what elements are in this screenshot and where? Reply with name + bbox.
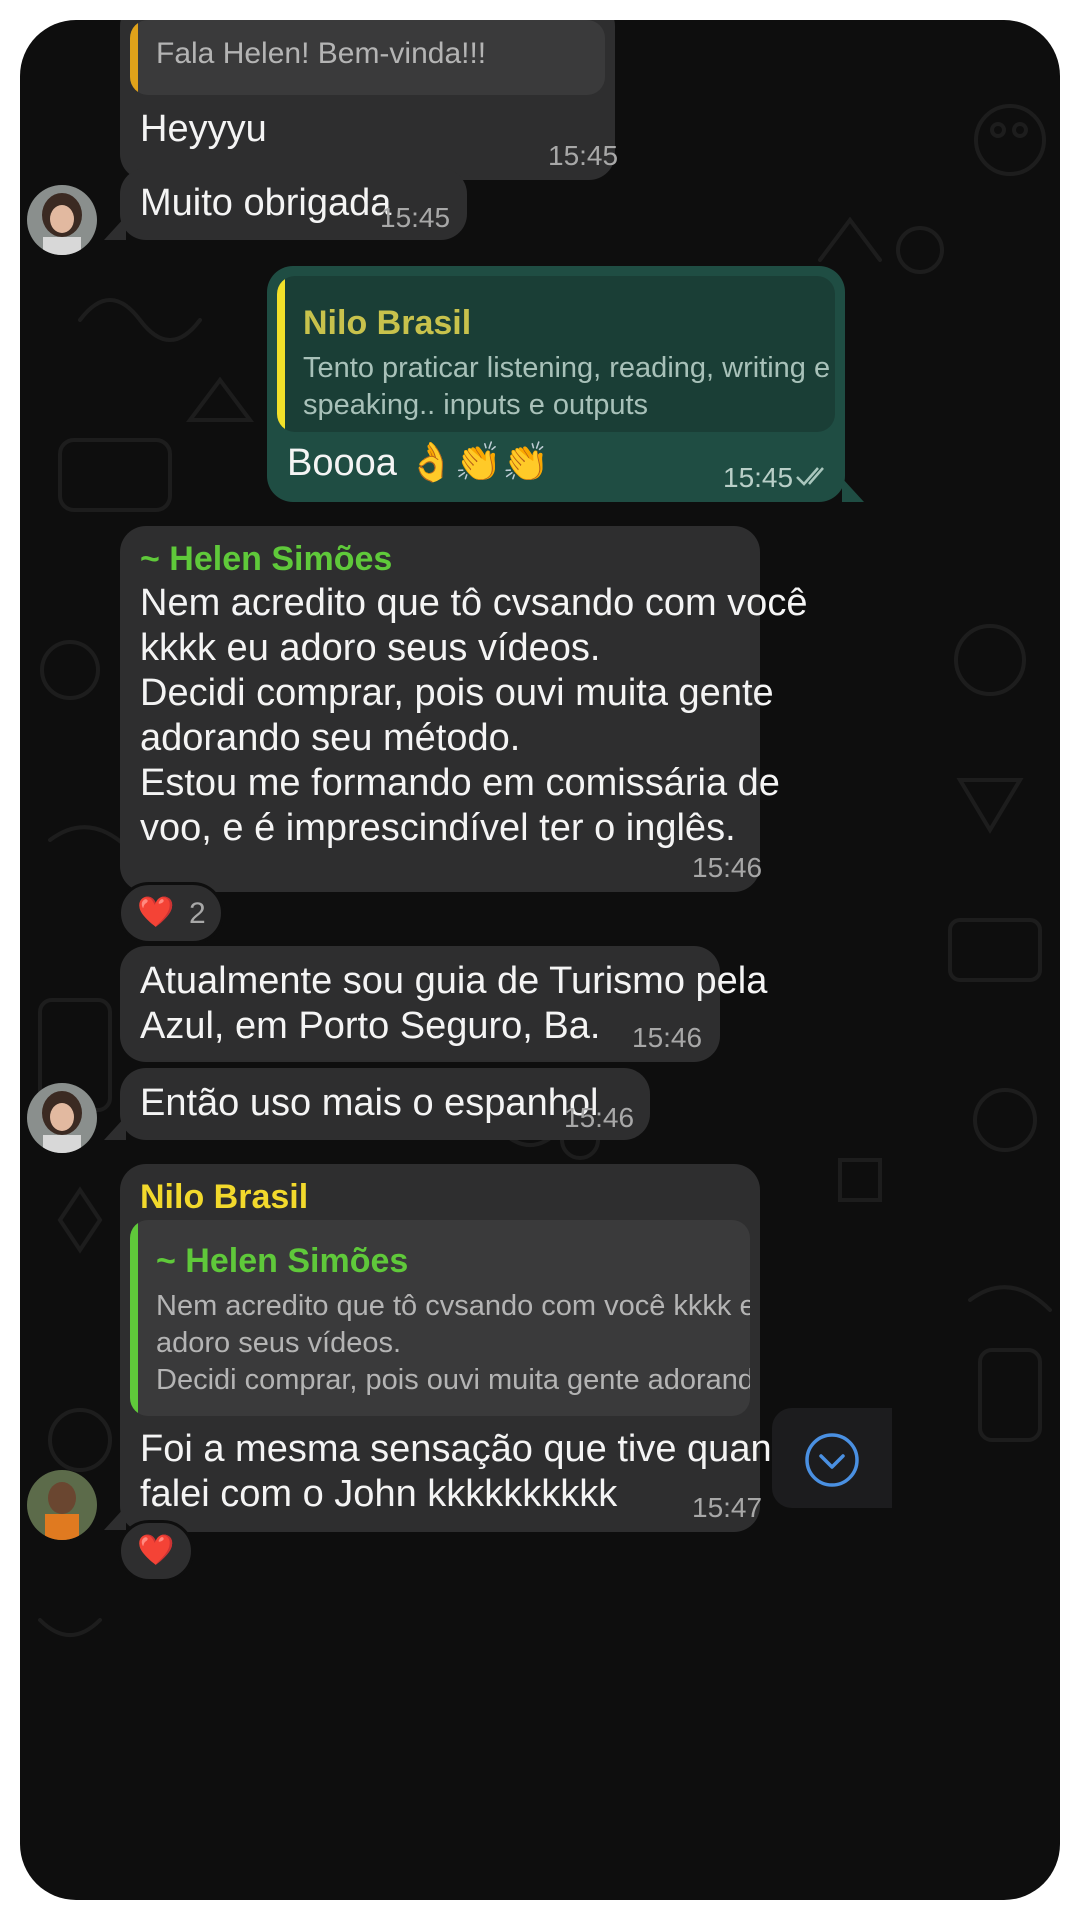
message-time: 15:46	[632, 1022, 703, 1053]
quoted-sender-name: ~ Helen Simões	[156, 1242, 409, 1280]
message-text: Então uso mais o espanhol	[140, 1082, 599, 1124]
message-bubble-5[interactable]: Atualmente sou guia de Turismo pela Azul…	[120, 946, 767, 1062]
reaction-count: 2	[189, 897, 206, 930]
quoted-message[interactable]: Nilo Brasil Tento praticar listening, re…	[277, 276, 835, 432]
quoted-text-line: speaking.. inputs e outputs	[303, 389, 649, 421]
sender-name[interactable]: Nilo Brasil	[140, 1178, 308, 1217]
double-check-icon	[796, 467, 824, 486]
message-text-line: falei com o John kkkkkkkkkk	[140, 1473, 618, 1515]
message-text: Muito obrigada	[140, 182, 392, 224]
bubble-tail	[104, 216, 126, 240]
scroll-to-bottom-button[interactable]	[772, 1408, 892, 1508]
avatar-helen[interactable]	[27, 1083, 97, 1153]
message-time: 15:47	[692, 1492, 763, 1523]
message-time: 15:46	[692, 852, 763, 883]
quoted-text-line: Decidi comprar, pois ouvi muita gente ad…	[156, 1364, 750, 1396]
message-bubble-3-outgoing[interactable]: Nilo Brasil Tento praticar listening, re…	[267, 266, 845, 502]
chevron-down-icon	[805, 1433, 859, 1487]
message-text-line: Azul, em Porto Seguro, Ba.	[140, 1005, 601, 1047]
message-text: Boooa 👌👏👏	[287, 442, 550, 484]
quoted-message[interactable]: ~ Helen Simões Nem acredito que tô cvsan…	[130, 1220, 750, 1416]
reaction-badge[interactable]: ❤️ 2	[118, 882, 224, 944]
message-text: Heyyyu	[140, 108, 267, 150]
message-time: 15:46	[564, 1102, 635, 1133]
message-bubble-7[interactable]: Nilo Brasil ~ Helen Simões Nem acredito …	[120, 1164, 814, 1532]
quoted-sender-name: Nilo Brasil	[303, 304, 472, 342]
message-bubble-1[interactable]: Fala Helen! Bem-vinda!!! Heyyyu 15:45	[120, 20, 619, 180]
chat-screen: Fala Helen! Bem-vinda!!! Heyyyu 15:45 Mu…	[20, 20, 1060, 1900]
message-bubble-6[interactable]: Então uso mais o espanhol 15:46	[120, 1068, 650, 1140]
message-time: 15:45	[548, 140, 619, 171]
bubble-tail	[842, 478, 864, 502]
reaction-badge[interactable]: ❤️	[118, 1520, 194, 1582]
avatar-sender[interactable]	[27, 1470, 97, 1540]
avatar-helen[interactable]	[27, 185, 97, 255]
quoted-text: Fala Helen! Bem-vinda!!!	[156, 37, 487, 70]
heart-reaction-icon: ❤️	[137, 1534, 175, 1567]
bubble-tail	[104, 1116, 126, 1140]
message-text-line: voo, e é imprescindível ter o inglês.	[140, 807, 736, 849]
bubble-tail	[104, 1506, 126, 1530]
sender-name[interactable]: ~ Helen Simões	[140, 540, 392, 579]
message-time: 15:45	[723, 462, 794, 493]
heart-reaction-icon: ❤️	[137, 896, 175, 929]
quoted-message[interactable]: Fala Helen! Bem-vinda!!!	[130, 20, 605, 95]
message-time: 15:45	[380, 202, 451, 233]
message-bubble-4[interactable]: ~ Helen Simões Nem acredito que tô cvsan…	[120, 526, 807, 892]
message-bubble-2[interactable]: Muito obrigada 15:45	[120, 168, 467, 240]
